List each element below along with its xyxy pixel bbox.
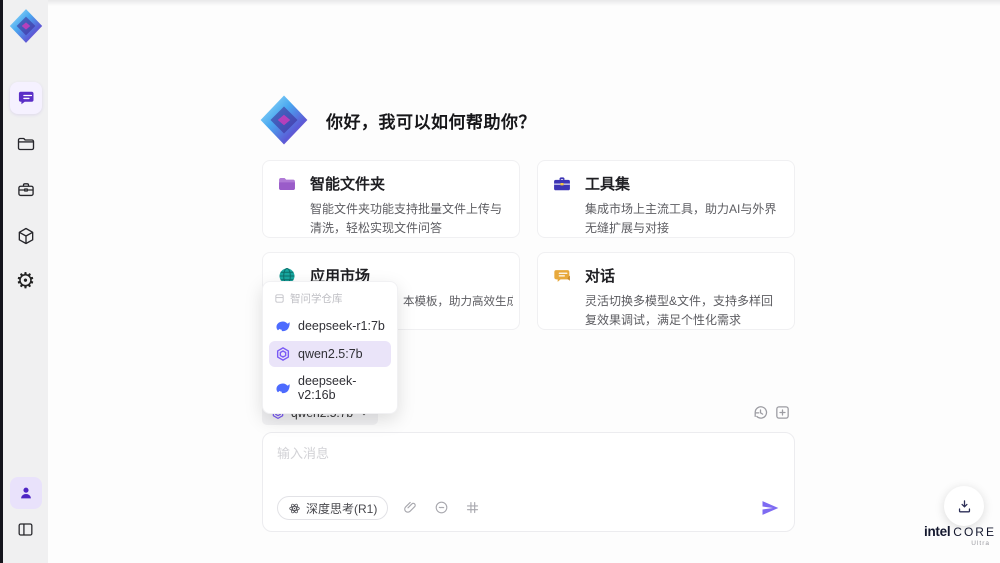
sidebar: ⚙ [3, 0, 48, 563]
card-title: 工具集 [585, 176, 631, 193]
model-option-qwen[interactable]: qwen2.5:7b [269, 341, 391, 367]
ultra-logo-text: Ultra [971, 540, 990, 547]
atom-icon [288, 502, 301, 515]
chat-bubble-icon [552, 266, 572, 286]
user-icon [17, 484, 35, 502]
sidebar-item-collapse[interactable] [10, 513, 42, 545]
sidebar-item-settings[interactable]: ⚙ [10, 266, 42, 298]
app-logo-icon [8, 8, 44, 44]
briefcase-icon [16, 180, 36, 200]
model-option-label: deepseek-v2:16b [298, 374, 357, 402]
paperclip-icon[interactable] [403, 500, 419, 516]
card-title: 智能文件夹 [310, 176, 386, 193]
chat-input-box: 深度思考(R1) [262, 432, 795, 532]
model-dropdown-header-label: 智问学仓库 [290, 293, 343, 305]
intel-logo-text: intel [924, 524, 951, 539]
input-action-row: 深度思考(R1) [277, 496, 780, 520]
download-icon [956, 498, 973, 515]
model-option-deepseek-r1[interactable]: deepseek-r1:7b [269, 313, 391, 339]
chat-input[interactable] [277, 443, 780, 483]
model-dropdown-header: 智问学仓库 [269, 288, 391, 311]
deepseek-whale-icon [275, 318, 291, 334]
model-option-label: deepseek-r1:7b [298, 319, 385, 333]
card-smart-folder[interactable]: 智能文件夹 智能文件夹功能支持批量文件上传与清洗，轻松实现文件问答 [262, 160, 520, 238]
deepseek-whale-icon [275, 380, 291, 396]
card-description-partial: 本模板，助力高效生成多 [403, 296, 513, 308]
repository-icon [274, 293, 285, 304]
sidebar-item-folders[interactable] [10, 128, 42, 160]
briefcase-icon [552, 174, 572, 194]
folder-icon [277, 174, 297, 194]
intel-core-badge: intel core Ultra [924, 524, 994, 547]
greeting-row: 你好，我可以如何帮助你？ [258, 94, 536, 146]
history-icon[interactable] [752, 404, 769, 421]
card-title: 对话 [585, 268, 616, 285]
deep-think-toggle[interactable]: 深度思考(R1) [277, 496, 389, 520]
gear-icon: ⚙ [15, 269, 36, 294]
sidebar-item-account[interactable] [9, 477, 42, 509]
qwen-icon [275, 346, 291, 362]
top-gradient [48, 0, 1000, 6]
grid-icon[interactable] [465, 500, 481, 516]
model-dropdown: 智问学仓库 deepseek-r1:7b qwen2.5:7b deepseek… [262, 281, 398, 414]
send-icon[interactable] [760, 498, 780, 518]
folder-icon [16, 134, 36, 154]
cube-icon [16, 226, 36, 246]
app-logo-large-icon [258, 94, 310, 146]
sidebar-item-models[interactable] [10, 220, 42, 252]
chat-icon [16, 88, 36, 108]
card-description: 灵活切换多模型&文件，支持多样回复效果调试，满足个性化需求 [585, 294, 774, 327]
panel-icon [16, 520, 35, 539]
greeting-text: 你好，我可以如何帮助你？ [326, 112, 536, 132]
sidebar-item-toolbox[interactable] [10, 174, 42, 206]
new-chat-icon[interactable] [774, 404, 791, 421]
download-button[interactable] [944, 486, 984, 526]
model-option-deepseek-v2[interactable]: deepseek-v2:16b [269, 369, 391, 407]
card-toolset[interactable]: 工具集 集成市场上主流工具，助力AI与外界无缝扩展与对接 [537, 160, 795, 238]
sidebar-item-chat[interactable] [9, 82, 42, 114]
app-window: ⚙ 你好，我可以如何帮助你？ 智能文件夹 智能文件夹功能支持批量文件上传与清洗，… [0, 0, 1000, 563]
circle-dash-icon[interactable] [434, 500, 450, 516]
deep-think-label: 深度思考(R1) [306, 501, 378, 516]
core-logo-text: core [953, 525, 996, 539]
model-option-label: qwen2.5:7b [298, 347, 363, 361]
card-conversation[interactable]: 对话 灵活切换多模型&文件，支持多样回复效果调试，满足个性化需求 [537, 252, 795, 330]
card-description: 智能文件夹功能支持批量文件上传与清洗，轻松实现文件问答 [310, 202, 503, 235]
card-description: 集成市场上主流工具，助力AI与外界无缝扩展与对接 [585, 202, 777, 235]
